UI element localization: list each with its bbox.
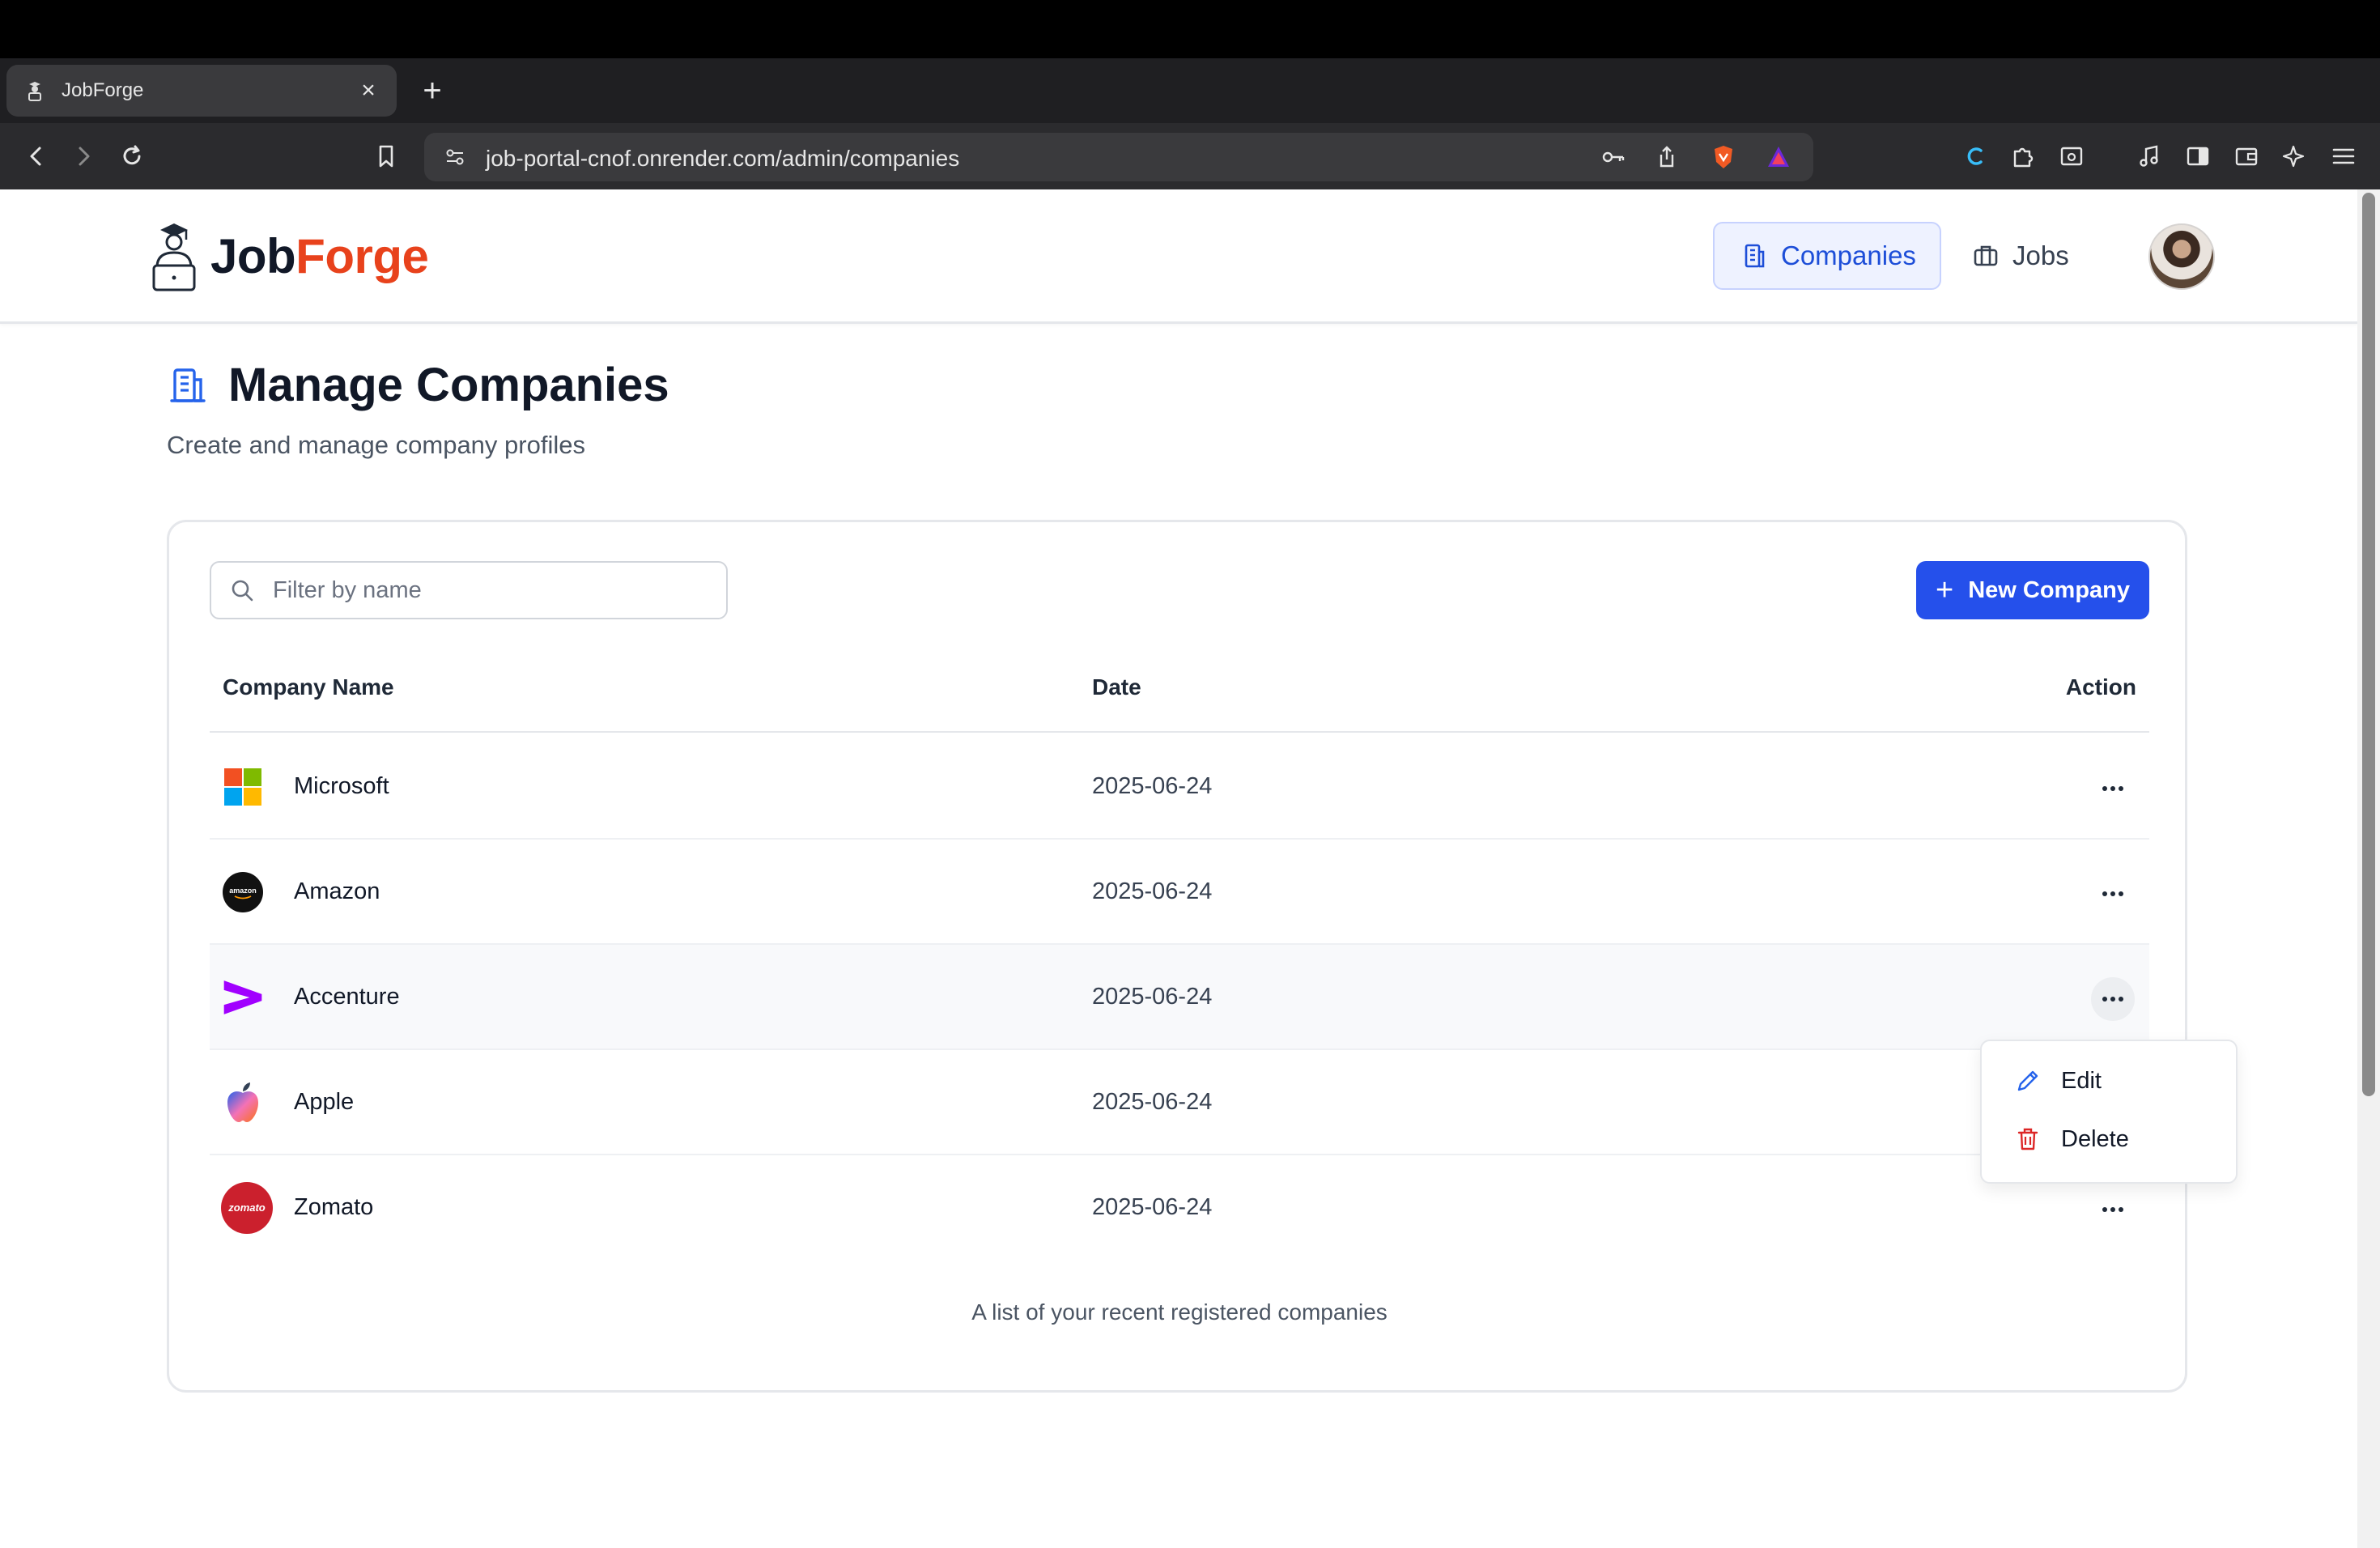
company-name: Accenture [294, 984, 400, 1010]
column-header-action: Action [2065, 674, 2136, 700]
company-date: 2025-06-24 [1092, 984, 1213, 1010]
new-tab-button[interactable]: + [416, 68, 448, 113]
tab-favicon-icon [28, 82, 41, 101]
zomato-logo-text: zomato [227, 1201, 266, 1214]
logo-graduate-icon [152, 223, 196, 291]
company-date: 2025-06-24 [1092, 878, 1213, 904]
logo-text-job: Job [210, 228, 296, 283]
plus-icon: + [1935, 573, 1954, 607]
reload-icon[interactable] [115, 139, 149, 173]
extension-c-icon[interactable] [1957, 139, 1991, 173]
table-caption: A list of your recent registered compani… [971, 1299, 1388, 1325]
more-actions-icon[interactable] [2091, 977, 2135, 1021]
brave-rewards-icon[interactable] [1762, 140, 1796, 174]
amazon-logo: amazon [223, 872, 263, 912]
company-date: 2025-06-24 [1092, 1089, 1213, 1115]
briefcase-icon [1974, 245, 1998, 266]
site-navbar: JobForge Companies Jobs [0, 189, 2357, 324]
company-name: Amazon [294, 878, 380, 904]
table-row: Apple 2025-06-24 [210, 1050, 2149, 1155]
sidebar-toggle-icon[interactable] [2181, 139, 2215, 173]
companies-card: + New Company Company Name Date Action M… [167, 520, 2187, 1393]
search-icon [232, 580, 253, 602]
zomato-logo: zomato [221, 1182, 273, 1234]
menu-item-edit-label: Edit [2061, 1067, 2102, 1094]
nav-link-companies-label: Companies [1781, 240, 1916, 270]
table-row: Microsoft 2025-06-24 [210, 734, 2149, 840]
nav-link-companies[interactable]: Companies [1713, 222, 1941, 290]
company-name: Apple [294, 1089, 355, 1115]
page-subtitle: Create and manage company profiles [167, 431, 585, 459]
user-avatar[interactable] [2148, 223, 2215, 290]
menu-item-delete-label: Delete [2061, 1125, 2129, 1152]
extensions-puzzle-icon[interactable] [2006, 139, 2040, 173]
search-field[interactable] [210, 561, 728, 619]
amazon-logo-text: amazon [229, 887, 257, 895]
browser-tab-strip: JobForge × + [0, 58, 2380, 123]
column-header-date: Date [1092, 674, 1141, 700]
trash-icon [2017, 1128, 2038, 1150]
browser-toolbar: job-portal-cnof.onrender.com/admin/compa… [0, 123, 2380, 189]
tab-close-icon[interactable]: × [356, 77, 380, 104]
column-header-company-name: Company Name [223, 674, 394, 700]
apple-logo [223, 1082, 263, 1123]
new-company-button[interactable]: + New Company [1916, 561, 2149, 619]
table-header: Company Name Date Action [210, 644, 2149, 733]
menu-item-delete[interactable]: Delete [2014, 1125, 2129, 1153]
screenshot-icon[interactable] [2055, 139, 2089, 173]
pencil-icon [2017, 1070, 2038, 1091]
page-viewport: JobForge Companies Jobs Manage Companies… [0, 189, 2357, 1548]
more-actions-icon[interactable] [2091, 767, 2135, 810]
accenture-logo [223, 977, 263, 1018]
media-music-icon[interactable] [2132, 139, 2166, 173]
logo-text: JobForge [210, 228, 429, 284]
tab-title: JobForge [62, 79, 144, 101]
microsoft-logo [223, 767, 263, 807]
wallet-icon[interactable] [2229, 139, 2263, 173]
browser-tab[interactable]: JobForge × [6, 65, 397, 117]
address-bar[interactable]: job-portal-cnof.onrender.com/admin/compa… [424, 133, 1813, 181]
site-settings-icon[interactable] [440, 142, 470, 172]
table-row: amazon Amazon 2025-06-24 [210, 840, 2149, 945]
page-title: Manage Companies [228, 359, 669, 411]
company-date: 2025-06-24 [1092, 773, 1213, 799]
building-icon [1745, 244, 1765, 268]
page-heading: Manage Companies [167, 358, 669, 412]
table-row: Accenture 2025-06-24 [210, 945, 2149, 1050]
action-dropdown-menu: Edit Delete [1980, 1040, 2238, 1184]
brave-shield-icon[interactable] [1706, 140, 1740, 174]
share-icon[interactable] [1650, 140, 1684, 174]
os-top-bar [0, 0, 2380, 58]
back-icon[interactable] [19, 139, 53, 173]
search-input[interactable] [273, 576, 726, 604]
scrollbar-thumb[interactable] [2362, 193, 2375, 1096]
building-icon [170, 368, 206, 402]
forward-icon[interactable] [66, 139, 100, 173]
menu-hamburger-icon[interactable] [2327, 139, 2361, 173]
nav-link-jobs[interactable]: Jobs [1972, 222, 2069, 290]
company-name: Zomato [294, 1194, 374, 1220]
nav-link-jobs-label: Jobs [2012, 240, 2069, 270]
logo-text-forge: Forge [295, 228, 429, 283]
menu-item-edit[interactable]: Edit [2014, 1067, 2102, 1095]
key-icon[interactable] [1596, 140, 1630, 174]
more-actions-icon[interactable] [2091, 1188, 2135, 1231]
bookmark-icon[interactable] [369, 139, 403, 173]
url-text: job-portal-cnof.onrender.com/admin/compa… [486, 146, 960, 171]
leo-ai-icon[interactable] [2278, 139, 2312, 173]
jobforge-logo[interactable]: JobForge [149, 220, 429, 291]
company-name: Microsoft [294, 773, 389, 799]
page-scrollbar[interactable] [2357, 189, 2380, 1548]
new-company-button-label: New Company [1968, 576, 2131, 603]
table-row: zomato Zomato 2025-06-24 [210, 1155, 2149, 1261]
company-date: 2025-06-24 [1092, 1194, 1213, 1220]
more-actions-icon[interactable] [2091, 872, 2135, 916]
